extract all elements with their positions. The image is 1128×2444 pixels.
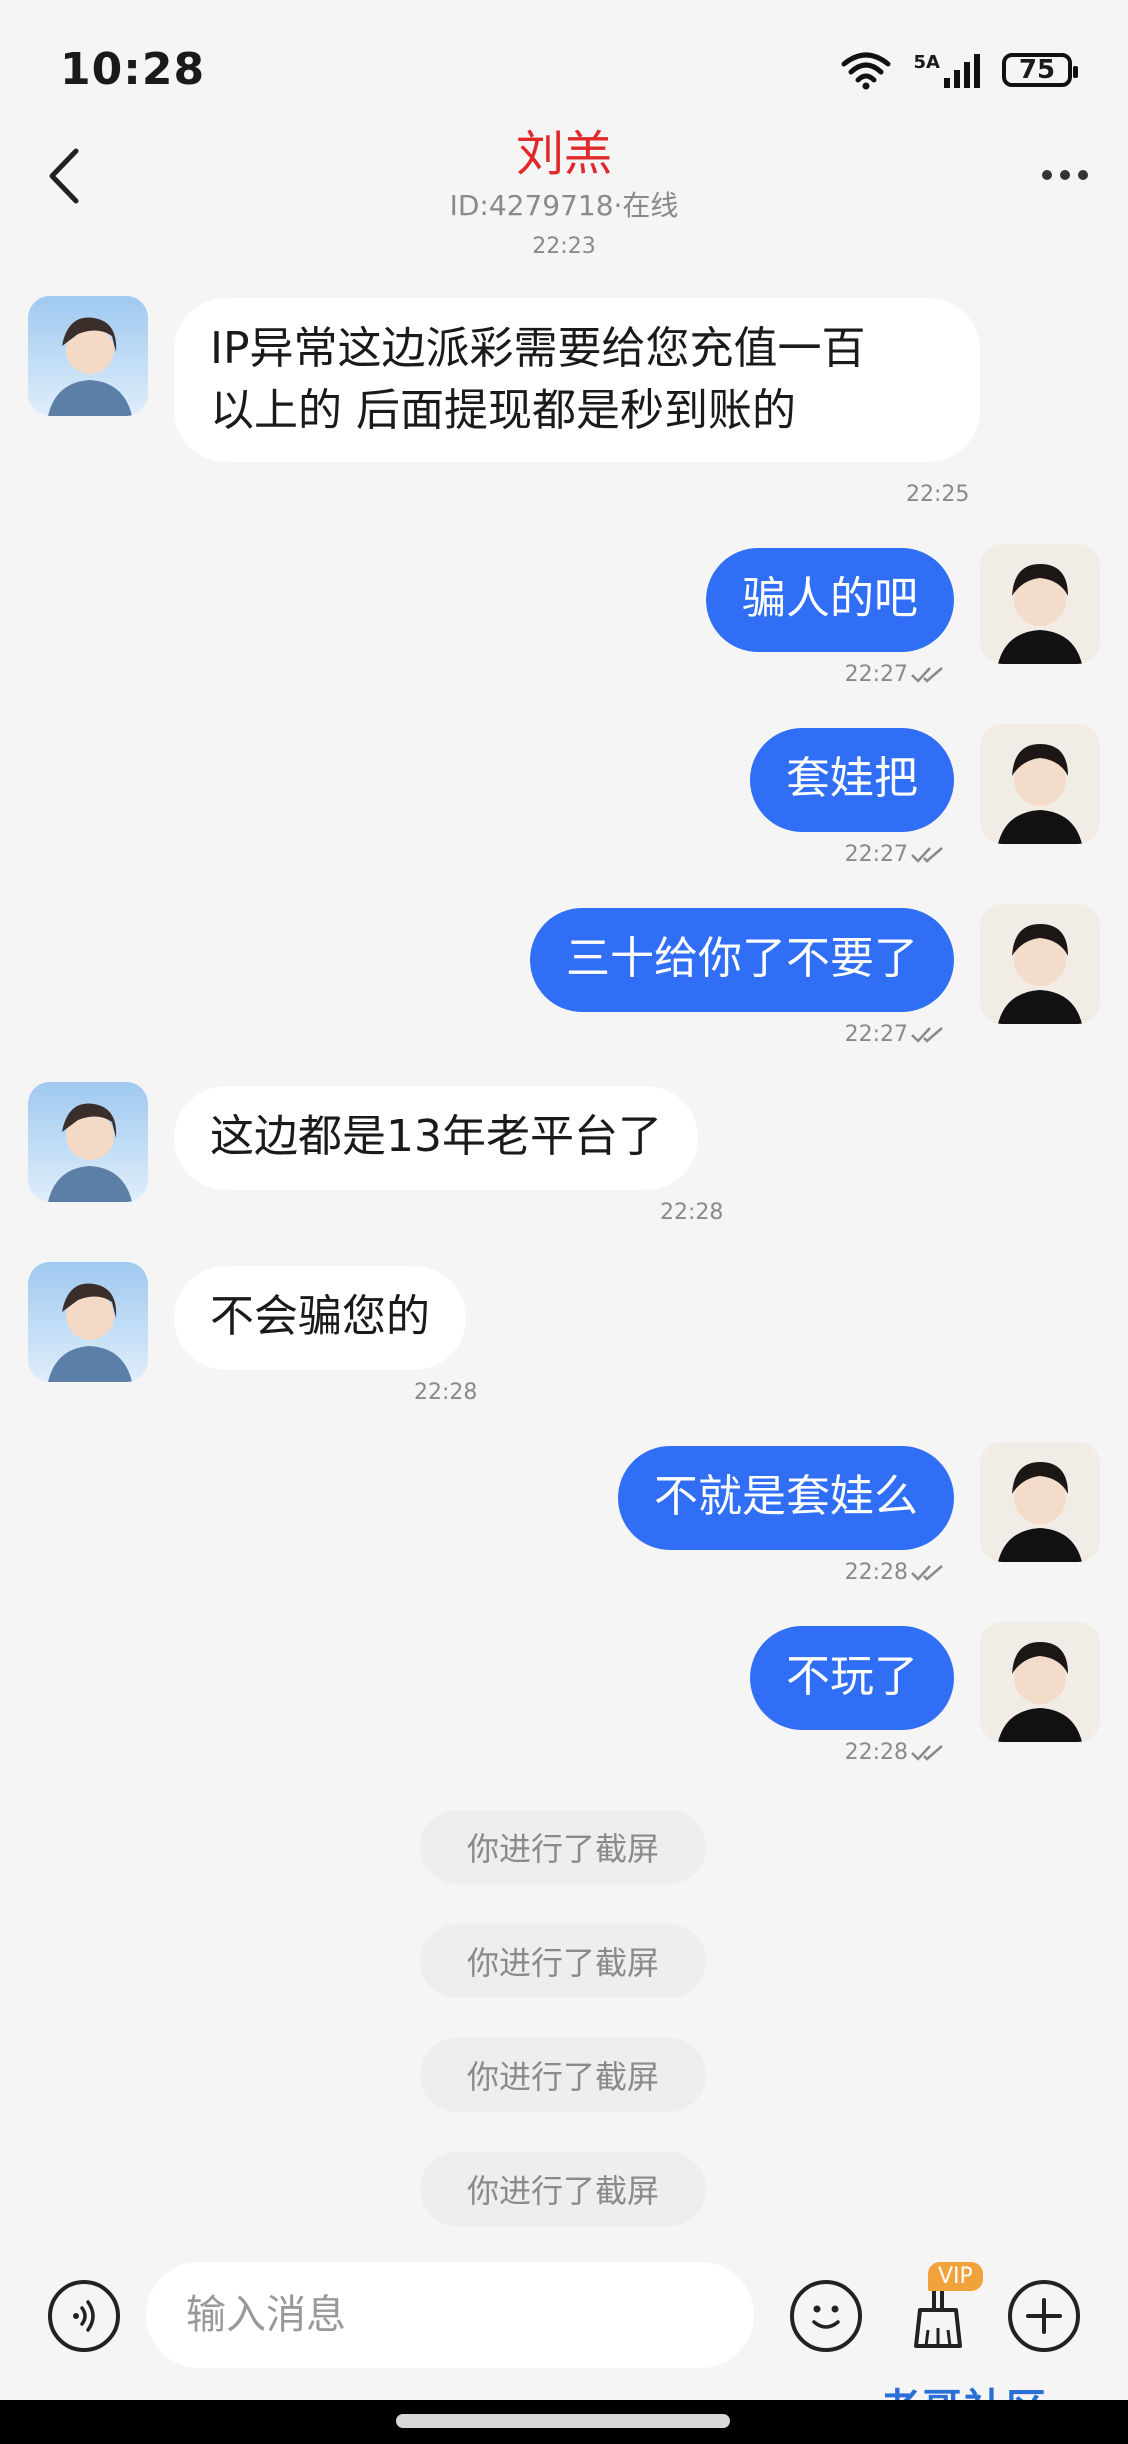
plus-button[interactable] (1008, 2280, 1080, 2352)
message-bubble[interactable]: 不玩了 (750, 1626, 954, 1730)
screenshot-notice: 你进行了截屏 (420, 1924, 706, 1998)
message-bubble[interactable]: 骗人的吧 (706, 548, 954, 652)
message-bubble[interactable]: 套娃把 (750, 728, 954, 832)
contact-avatar[interactable] (28, 296, 148, 416)
vip-badge: VIP (928, 2262, 983, 2291)
read-check-icon (911, 666, 943, 683)
system-nav-area (0, 2400, 1128, 2444)
my-avatar[interactable] (980, 544, 1100, 664)
status-icons: 5A 75 (840, 50, 1078, 90)
network-label: 5A (913, 52, 940, 73)
message-time: 22:28 (414, 1380, 478, 1405)
message-time: 22:28 (660, 1200, 724, 1225)
my-avatar[interactable] (980, 724, 1100, 844)
message-text: 不就是套娃么 (654, 1471, 918, 1522)
message-bubble[interactable]: 三十给你了不要了 (530, 908, 954, 1012)
message-line: 以上的 后面提现都是秒到账的 (210, 385, 796, 436)
read-check-icon (911, 1744, 943, 1761)
message-time-text: 22:28 (844, 1740, 908, 1765)
message-bubble[interactable]: IP异常这边派彩需要给您充值一百 以上的 后面提现都是秒到账的 (174, 298, 980, 462)
message-time: 22:28 (845, 1560, 946, 1585)
contact-avatar[interactable] (28, 1082, 148, 1202)
battery-level: 75 (1018, 55, 1056, 85)
contact-id-status: ID:4279718·在线 (449, 189, 679, 222)
my-avatar[interactable] (980, 1622, 1100, 1742)
message-text: 三十给你了不要了 (566, 933, 918, 984)
contact-avatar[interactable] (28, 1262, 148, 1382)
message-time-text: 22:28 (844, 1560, 908, 1585)
message-text: 不玩了 (786, 1651, 918, 1702)
message-bubble[interactable]: 不就是套娃么 (618, 1446, 954, 1550)
message-text: 骗人的吧 (742, 573, 918, 624)
message-time: 22:27 (845, 1022, 946, 1047)
message-time: 22:28 (845, 1740, 946, 1765)
message-bubble[interactable]: 不会骗您的 (174, 1266, 466, 1370)
my-avatar[interactable] (980, 1442, 1100, 1562)
message-time: 22:25 (906, 482, 970, 507)
contact-name: 刘羔 (515, 126, 612, 182)
read-check-icon (911, 1026, 943, 1043)
read-check-icon (911, 1564, 943, 1581)
wifi-icon (841, 52, 891, 90)
message-bubble[interactable]: 这边都是13年老平台了 (174, 1086, 698, 1190)
emoji-button[interactable] (790, 2280, 862, 2352)
message-time-text: 22:27 (844, 1022, 908, 1047)
message-time-text: 22:27 (844, 842, 908, 867)
screenshot-notice: 你进行了截屏 (420, 2038, 706, 2112)
message-time: 22:27 (845, 842, 946, 867)
message-input[interactable] (146, 2262, 754, 2368)
screenshot-notice: 你进行了截屏 (420, 2152, 706, 2226)
my-avatar[interactable] (980, 904, 1100, 1024)
more-icon (1042, 170, 1052, 180)
home-indicator[interactable] (396, 2414, 730, 2428)
screenshot-notice: 你进行了截屏 (420, 1810, 706, 1884)
more-button[interactable] (1030, 150, 1100, 200)
message-time-text: 22:27 (844, 662, 908, 687)
message-timestamp: 22:23 (532, 234, 596, 259)
message-text: 套娃把 (786, 753, 918, 804)
message-line: IP异常这边派彩需要给您充值一百 (210, 323, 866, 374)
battery-icon: 75 (1002, 53, 1078, 87)
plus-icon (1026, 2298, 1062, 2334)
voice-icon (73, 2300, 95, 2332)
message-time: 22:27 (845, 662, 946, 687)
emoji-icon (812, 2305, 840, 2329)
status-time: 10:28 (60, 44, 206, 95)
signal-icon: 5A (914, 52, 980, 88)
chat-header: 刘羔 ID:4279718·在线 22:23 (0, 110, 1128, 280)
message-text: 不会骗您的 (210, 1291, 430, 1342)
message-text: 这边都是13年老平台了 (210, 1111, 662, 1162)
read-check-icon (911, 846, 943, 863)
voice-button[interactable] (48, 2280, 120, 2352)
